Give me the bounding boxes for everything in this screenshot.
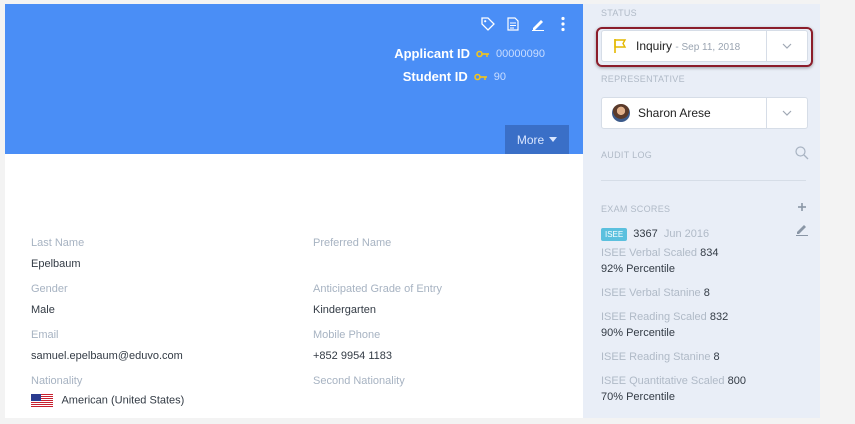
score-row: ISEE Reading Scaled 832 — [601, 311, 728, 323]
exam-total: 3367 — [633, 228, 658, 241]
score-row: ISEE Quantitative Scaled 800 — [601, 375, 746, 387]
add-icon[interactable] — [797, 202, 807, 212]
flag-icon — [614, 39, 627, 53]
status-date: - Sep 11, 2018 — [675, 42, 741, 53]
score-percentile: 92% Percentile — [601, 263, 675, 275]
grade-value[interactable]: Kindergarten — [313, 304, 376, 316]
score-percentile: 90% Percentile — [601, 327, 675, 339]
right-sidebar: STATUS Inquiry - Sep 11, 2018 REPRESENTA… — [583, 4, 820, 418]
nationality-label: Nationality — [31, 375, 83, 387]
score-row: ISEE Verbal Scaled 834 — [601, 247, 718, 259]
applicant-id-row: Applicant ID 00000090 — [394, 46, 545, 61]
representative-name: Sharon Arese — [638, 106, 711, 120]
score-name: ISEE Reading Stanine — [601, 351, 711, 363]
applicant-id-label: Applicant ID — [394, 46, 471, 61]
exam-summary-row: ISEE 3367 Jun 2016 — [601, 228, 709, 241]
tag-icon[interactable] — [480, 16, 496, 32]
status-select[interactable]: Inquiry - Sep 11, 2018 — [601, 30, 808, 62]
representative-select[interactable]: Sharon Arese — [601, 97, 808, 129]
more-button[interactable]: More — [505, 125, 569, 154]
search-icon[interactable] — [795, 146, 809, 160]
preferred-name-label: Preferred Name — [313, 237, 392, 249]
mobile-label: Mobile Phone — [313, 329, 381, 341]
score-name: ISEE Quantitative Scaled — [601, 375, 725, 387]
nationality-value: American (United States) — [61, 394, 185, 407]
score-row: ISEE Verbal Stanine 8 — [601, 287, 710, 299]
second-nationality-label: Second Nationality — [313, 375, 405, 387]
more-button-label: More — [516, 132, 545, 147]
document-icon[interactable] — [505, 16, 521, 32]
banner-toolbar — [480, 16, 571, 32]
exam-scores-label: EXAM SCORES — [601, 204, 671, 214]
student-id-row: Student ID 90 — [403, 69, 506, 84]
edit-icon[interactable] — [530, 16, 546, 32]
mobile-value[interactable]: +852 9954 1183 — [313, 350, 392, 362]
grade-label: Anticipated Grade of Entry — [313, 283, 443, 295]
score-value: 834 — [700, 247, 719, 259]
nationality-value-row[interactable]: American (United States) — [31, 394, 184, 407]
representative-select-value: Sharon Arese — [602, 104, 766, 122]
chevron-down-icon[interactable] — [767, 110, 807, 116]
score-percentile: 70% Percentile — [601, 391, 675, 403]
email-value[interactable]: samuel.epelbaum@eduvo.com — [31, 350, 183, 362]
edit-icon[interactable] — [795, 222, 809, 236]
last-name-label: Last Name — [31, 237, 85, 249]
score-value: 800 — [727, 375, 746, 387]
profile-banner: Applicant ID 00000090 Student ID 90 More — [5, 4, 583, 154]
exam-badge: ISEE — [601, 228, 628, 241]
exam-date: Jun 2016 — [663, 228, 710, 241]
score-row: ISEE Reading Stanine 8 — [601, 351, 720, 363]
key-icon — [476, 50, 490, 57]
more-vert-icon[interactable] — [555, 16, 571, 32]
status-section-label: STATUS — [601, 8, 637, 18]
key-icon — [473, 73, 487, 80]
caret-down-icon — [549, 137, 558, 142]
applicant-id-value: 00000090 — [496, 47, 545, 60]
score-name: ISEE Verbal Scaled — [601, 247, 698, 259]
representative-section-label: REPRESENTATIVE — [601, 74, 685, 84]
gender-value[interactable]: Male — [31, 304, 55, 316]
status-value: Inquiry — [636, 39, 673, 53]
score-value: 8 — [703, 287, 710, 299]
app-window: Applicant ID 00000090 Student ID 90 More… — [5, 4, 820, 418]
gender-label: Gender — [31, 283, 68, 295]
score-value: 8 — [713, 351, 720, 363]
audit-log-label: AUDIT LOG — [601, 150, 653, 160]
divider — [601, 180, 806, 181]
status-select-value: Inquiry - Sep 11, 2018 — [602, 38, 766, 54]
score-name: ISEE Reading Scaled — [601, 311, 707, 323]
score-value: 832 — [709, 311, 729, 323]
avatar — [612, 104, 630, 122]
student-id-label: Student ID — [402, 69, 468, 84]
student-id-value: 90 — [493, 70, 506, 83]
email-label: Email — [31, 329, 59, 341]
us-flag-icon — [31, 394, 53, 407]
chevron-down-icon[interactable] — [767, 43, 807, 49]
score-name: ISEE Verbal Stanine — [601, 287, 701, 299]
last-name-value[interactable]: Epelbaum — [31, 258, 81, 270]
